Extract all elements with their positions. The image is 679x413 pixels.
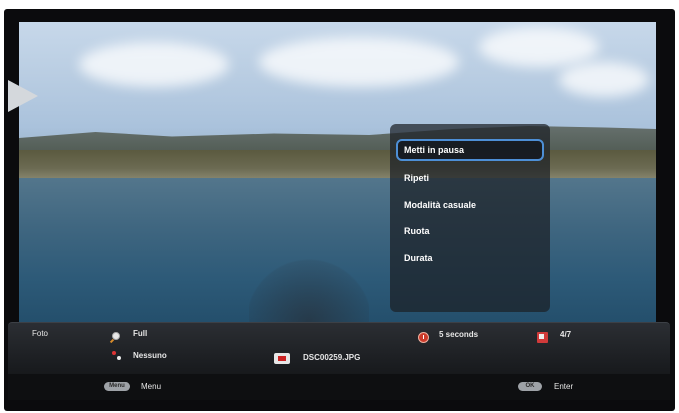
menu-item-label: Ripeti	[404, 173, 430, 183]
photo-icon	[274, 353, 290, 364]
menu-item-duration[interactable]: Durata	[396, 247, 544, 269]
interval-value: 5 seconds	[439, 330, 479, 339]
menu-label: Menu	[141, 382, 162, 391]
slideshow-counter-icon	[537, 332, 548, 343]
zoom-mode-value: Full	[133, 329, 148, 338]
category-label: Foto	[32, 329, 49, 338]
slide-counter: 4/7	[560, 330, 572, 339]
info-bar: Foto Full Nessuno DSC00259.JPG 5 seconds…	[8, 322, 670, 374]
menu-item-shuffle[interactable]: Modalità casuale	[396, 194, 544, 216]
music-icon	[112, 351, 122, 361]
menu-item-label: Metti in pausa	[404, 145, 465, 155]
context-menu: Metti in pausa Ripeti Modalità casuale R…	[390, 124, 550, 312]
enter-label: Enter	[554, 382, 574, 391]
menu-item-label: Ruota	[404, 226, 430, 236]
clock-icon	[418, 332, 429, 343]
slideshow-photo	[19, 22, 656, 322]
menu-item-repeat[interactable]: Ripeti	[396, 167, 544, 189]
menu-item-pause[interactable]: Metti in pausa	[396, 139, 544, 161]
menu-item-rotate[interactable]: Ruota	[396, 220, 544, 242]
left-arrow-icon[interactable]	[8, 80, 38, 112]
menu-item-label: Durata	[404, 253, 433, 263]
shoreline	[19, 150, 656, 180]
tree-silhouette	[249, 258, 369, 322]
music-value: Nessuno	[133, 351, 167, 360]
search-icon	[112, 332, 120, 340]
menu-key-icon[interactable]: Menu	[104, 382, 130, 391]
footer-bar: Menu Menu OK Enter	[8, 374, 670, 400]
menu-item-label: Modalità casuale	[404, 200, 477, 210]
ok-key-icon[interactable]: OK	[518, 382, 542, 391]
file-name: DSC00259.JPG	[303, 353, 361, 362]
